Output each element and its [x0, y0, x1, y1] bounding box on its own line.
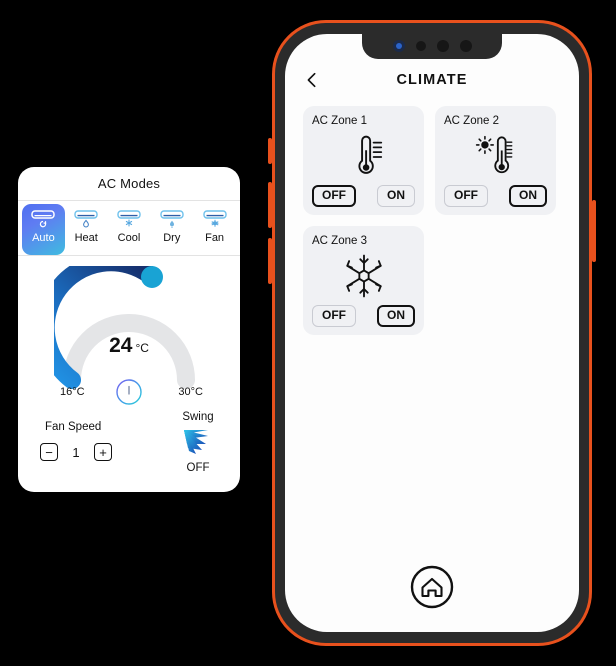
zone-card-1: AC Zone 1 OFF ON: [303, 106, 424, 215]
ac-unit-fan-icon: [198, 207, 232, 231]
temperature-dial[interactable]: 24 °C 16°C 30°C: [18, 262, 240, 412]
front-camera-lens-icon: [392, 40, 405, 52]
mode-item-auto[interactable]: Auto: [22, 204, 65, 255]
zone-1-on-button[interactable]: ON: [377, 185, 415, 207]
zone-title-3: AC Zone 3: [312, 235, 367, 247]
dial-max-label: 30°C: [178, 386, 203, 398]
phone-screen: CLIMATE AC Zone 1 OFF ON AC Zone 2 OFF O…: [285, 34, 579, 632]
mode-selector-row: Auto Heat Cool Dry Fan: [18, 201, 240, 256]
zone-1-buttons: OFF ON: [312, 185, 415, 207]
zone-grid: AC Zone 1 OFF ON AC Zone 2 OFF ON AC Zon…: [303, 106, 561, 335]
speaker-icon: [436, 40, 449, 52]
dial-min-label: 16°C: [60, 386, 85, 398]
mode-label-heat: Heat: [74, 232, 98, 244]
dial-thumb[interactable]: [141, 266, 163, 288]
screenshot-root: AC Modes Auto Heat Cool Dry Fan 24 °C 16…: [0, 0, 616, 666]
page-title: CLIMATE: [396, 72, 468, 88]
zone-3-on-button[interactable]: ON: [377, 305, 415, 327]
zone-1-off-button[interactable]: OFF: [312, 185, 356, 207]
phone-mockup: CLIMATE AC Zone 1 OFF ON AC Zone 2 OFF O…: [268, 20, 596, 646]
ac-modes-panel: AC Modes Auto Heat Cool Dry Fan 24 °C 16…: [18, 167, 240, 492]
temperature-unit: °C: [135, 341, 149, 355]
phone-mute-button[interactable]: [268, 138, 272, 164]
zone-card-3: AC Zone 3 OFF ON: [303, 226, 424, 335]
ac-modes-title: AC Modes: [97, 176, 161, 191]
temperature-value: 24: [109, 334, 133, 357]
thermometer-heat-icon: [312, 127, 415, 185]
swing-state: OFF: [186, 462, 210, 474]
phone-bezel: CLIMATE AC Zone 1 OFF ON AC Zone 2 OFF O…: [275, 23, 589, 643]
temperature-readout: 24 °C: [18, 334, 240, 358]
swing-control[interactable]: Swing OFF: [170, 411, 226, 474]
mode-label-fan: Fan: [205, 232, 225, 244]
app-header: CLIMATE: [285, 62, 579, 98]
home-icon[interactable]: [409, 564, 455, 610]
mode-item-fan[interactable]: Fan: [193, 204, 236, 255]
snowflake-icon: [312, 247, 415, 305]
zone-3-off-button[interactable]: OFF: [312, 305, 356, 327]
phone-volume-up-button[interactable]: [268, 182, 272, 228]
mode-label-dry: Dry: [163, 232, 181, 244]
dial-arc[interactable]: [54, 266, 204, 391]
zone-2-buttons: OFF ON: [444, 185, 547, 207]
zone-2-off-button[interactable]: OFF: [444, 185, 488, 207]
mode-item-heat[interactable]: Heat: [65, 204, 108, 255]
swing-label: Swing: [182, 411, 214, 423]
phone-power-button[interactable]: [592, 200, 596, 262]
fan-speed-decrement-button[interactable]: −: [40, 443, 58, 461]
mode-label-auto: Auto: [32, 232, 55, 244]
fan-speed-control: Fan Speed − 1 +: [40, 421, 112, 461]
zone-card-2: AC Zone 2 OFF ON: [435, 106, 556, 215]
phone-notch: [362, 34, 502, 59]
phone-volume-down-button[interactable]: [268, 238, 272, 284]
proximity-sensor-icon: [459, 40, 472, 52]
ac-unit-dry-icon: [155, 207, 189, 231]
fan-speed-label: Fan Speed: [45, 421, 102, 433]
back-chevron-icon[interactable]: [295, 71, 329, 89]
mode-item-cool[interactable]: Cool: [108, 204, 151, 255]
zone-title-1: AC Zone 1: [312, 115, 367, 127]
swing-blades-icon: [170, 423, 226, 461]
thermometer-sun-icon: [444, 127, 547, 185]
ac-unit-auto-icon: [26, 207, 60, 231]
sensor-icon: [415, 41, 426, 51]
ac-unit-cool-icon: [112, 207, 146, 231]
fan-and-swing-row: Fan Speed − 1 + Swing OFF: [18, 411, 240, 489]
fan-speed-increment-button[interactable]: +: [94, 443, 112, 461]
fan-speed-value: 1: [72, 444, 80, 460]
zone-2-on-button[interactable]: ON: [509, 185, 547, 207]
mode-label-cool: Cool: [117, 232, 141, 244]
ac-modes-header: AC Modes: [18, 167, 240, 201]
ac-unit-heat-icon: [69, 207, 103, 231]
power-icon[interactable]: [115, 378, 143, 406]
zone-title-2: AC Zone 2: [444, 115, 499, 127]
mode-item-dry[interactable]: Dry: [150, 204, 193, 255]
fan-speed-stepper: − 1 +: [40, 443, 112, 461]
zone-3-buttons: OFF ON: [312, 305, 415, 327]
